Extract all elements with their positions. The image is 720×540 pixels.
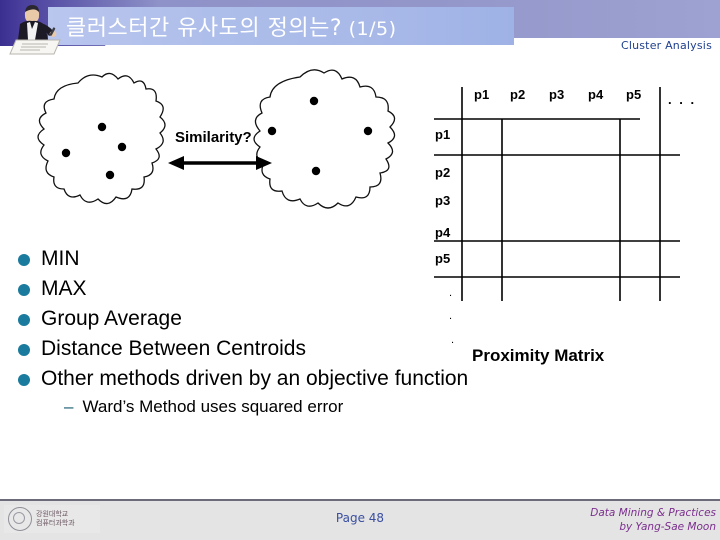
section-label: Cluster Analysis [620, 39, 712, 52]
proximity-matrix-grid [434, 87, 680, 301]
course-credit: Data Mining & Practices by Yang-Sae Moon [590, 506, 716, 534]
list-item-label: MAX [41, 276, 87, 300]
matrix-row-header: p3 [435, 193, 451, 208]
matrix-row-header: p5 [435, 251, 451, 266]
method-list: MIN MAX Group Average Distance Between C… [18, 245, 488, 418]
slide-body: Similarity? MIN MAX Group Average Distan… [0, 57, 720, 499]
page-title: 클러스터간 유사도의 정의는? (1/5) [66, 10, 397, 42]
list-item: Other methods driven by an objective fun… [18, 365, 488, 393]
credit-line-2: by Yang-Sae Moon [619, 521, 716, 534]
cluster-point [105, 170, 115, 180]
list-item-label: Other methods driven by an objective fun… [41, 366, 469, 390]
double-headed-arrow-icon [168, 156, 272, 170]
matrix-col-header: p1 [474, 87, 490, 102]
similarity-label: Similarity? [175, 129, 252, 146]
cluster-point [363, 126, 373, 136]
proximity-matrix-caption: Proximity Matrix [472, 346, 605, 365]
matrix-col-header: p4 [588, 87, 604, 102]
list-item: MAX [18, 275, 488, 303]
cluster-blob-left [37, 72, 166, 205]
cluster-point [97, 122, 107, 132]
bullet-dot-icon [18, 313, 30, 326]
credit-line-1: Data Mining & Practices [590, 507, 716, 519]
matrix-col-header: p3 [549, 87, 565, 102]
list-item: Distance Between Centroids [18, 335, 488, 363]
slide-header: 클러스터간 유사도의 정의는? (1/5) Cluster Analysis [0, 0, 720, 60]
cluster-blob-right [253, 69, 396, 209]
list-item-label: Group Average [41, 306, 182, 330]
bullet-dot-icon [18, 283, 30, 296]
bullet-dot-icon [18, 373, 30, 386]
list-item: Group Average [18, 305, 488, 333]
matrix-row-ellipsis-dot: . [451, 334, 455, 346]
presenter-writing-icon [9, 5, 61, 55]
proximity-matrix: p1 p2 p3 p4 p5 . . . p1 p2 p3 p4 p5 . . … [430, 83, 700, 383]
matrix-row-header: p1 [435, 127, 451, 142]
list-item-label: Distance Between Centroids [41, 336, 306, 360]
cluster-point [309, 96, 319, 106]
cluster-point [61, 148, 71, 158]
list-item: MIN [18, 245, 488, 273]
bullet-dot-icon [18, 254, 30, 266]
matrix-row-ellipsis-dot: . [449, 310, 453, 322]
matrix-row-ellipsis-dot: . [449, 287, 453, 299]
cluster-similarity-diagram [37, 69, 396, 209]
matrix-row-header: p2 [435, 165, 451, 180]
page-title-suffix: (1/5) [342, 18, 397, 40]
cluster-point [117, 142, 127, 152]
bullet-dot-icon [18, 343, 30, 356]
sub-list-item: – Ward’s Method uses squared error [64, 396, 488, 418]
matrix-row-header: p4 [435, 225, 451, 240]
page-title-main: 클러스터간 유사도의 정의는? [66, 16, 343, 41]
cluster-point [311, 166, 321, 176]
matrix-col-header: p5 [626, 87, 642, 102]
sub-list-item-label: Ward’s Method uses squared error [82, 396, 344, 416]
matrix-col-ellipsis: . . . [668, 92, 697, 107]
matrix-col-header: p2 [510, 87, 526, 102]
slide-footer: 강원대학교 컴퓨터과학과 Page 48 Data Mining & Pract… [0, 499, 720, 540]
dash-icon: – [64, 396, 74, 416]
list-item-label: MIN [41, 247, 80, 270]
cluster-point [267, 126, 277, 136]
